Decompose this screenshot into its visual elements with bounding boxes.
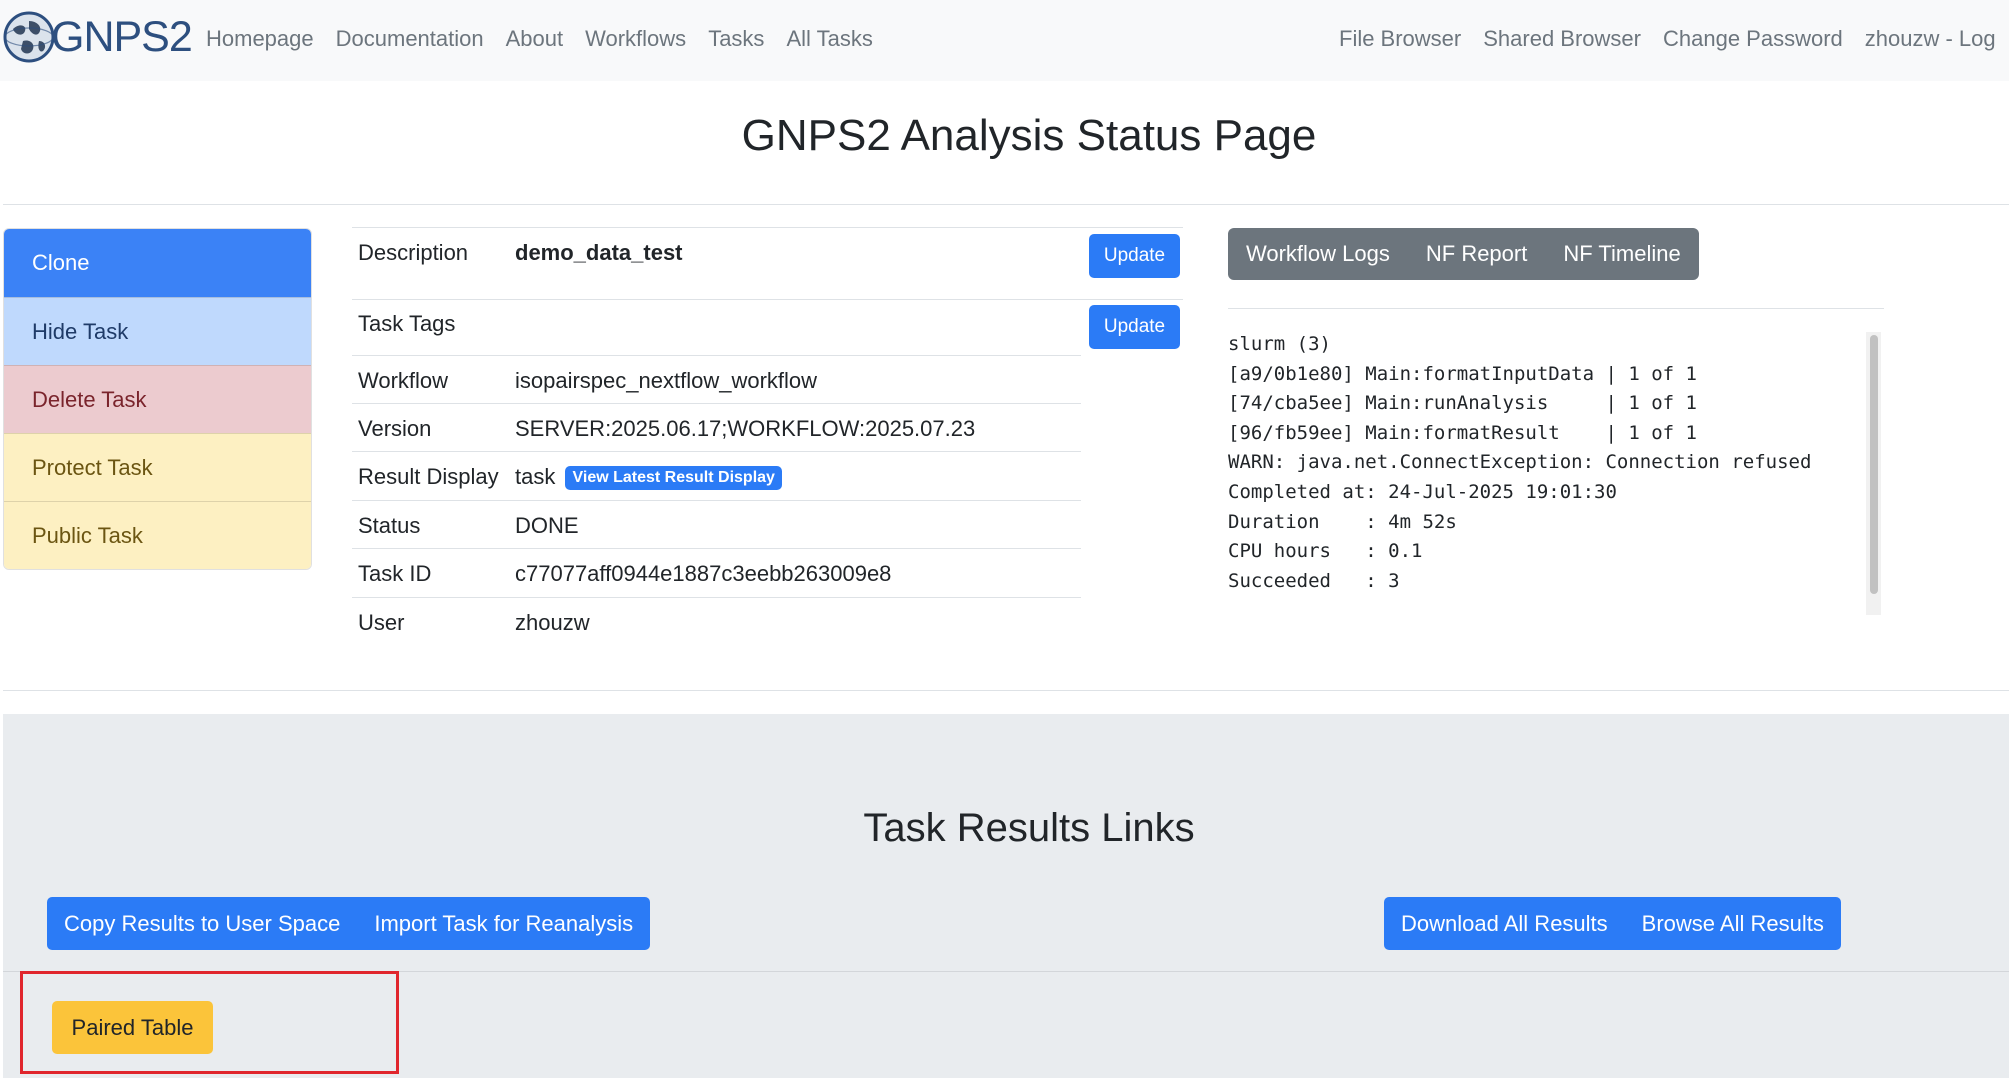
log-line: CPU hours : 0.1 (1228, 540, 1423, 563)
update-tags-button[interactable]: Update (1089, 305, 1180, 349)
task-tags-row: Task Tags Update (352, 299, 1183, 355)
nav-shared-browser[interactable]: Shared Browser (1472, 24, 1652, 54)
result-display-row: Result Display task View Latest Result D… (352, 451, 1081, 500)
description-value: demo_data_test (515, 240, 683, 265)
description-label: Description (358, 240, 469, 265)
description-row: Description demo_data_test Update (352, 227, 1183, 299)
log-scrollbar-thumb[interactable] (1870, 335, 1878, 594)
copy-results-button[interactable]: Copy Results to User Space (47, 897, 357, 950)
nf-timeline-button[interactable]: NF Timeline (1545, 228, 1698, 280)
user-label: User (358, 610, 405, 635)
hide-task-button[interactable]: Hide Task (4, 297, 311, 365)
task-id-label: Task ID (358, 561, 432, 586)
nav-homepage[interactable]: Homepage (206, 24, 325, 54)
import-task-button[interactable]: Import Task for Reanalysis (357, 897, 650, 950)
nav-all-tasks[interactable]: All Tasks (775, 24, 883, 54)
log-line: Duration : 4m 52s (1228, 510, 1457, 533)
version-label: Version (358, 416, 432, 441)
workflow-log-output: slurm (3) [a9/0b1e80] Main:formatInputDa… (1228, 330, 1863, 596)
nav-documentation[interactable]: Documentation (325, 24, 495, 54)
update-description-button[interactable]: Update (1089, 234, 1180, 278)
result-display-label: Result Display (358, 464, 499, 489)
title-divider (3, 204, 2009, 205)
task-info-table: Description demo_data_test Update Task T… (352, 227, 1183, 645)
workflow-row: Workflow isopairspec_nextflow_workflow (352, 355, 1081, 403)
download-button-group: Download All Results Browse All Results (1384, 897, 1841, 950)
main-nav: Homepage Documentation About Workflows T… (206, 24, 884, 54)
log-line: [a9/0b1e80] Main:formatInputData | 1 of … (1228, 362, 1697, 385)
workflow-value: isopairspec_nextflow_workflow (515, 368, 818, 393)
nav-user-logout[interactable]: zhouzw - Log (1854, 24, 2007, 54)
paired-table-button[interactable]: Paired Table (52, 1001, 213, 1054)
user-value: zhouzw (515, 610, 590, 635)
nav-about[interactable]: About (495, 24, 575, 54)
globe-icon (3, 11, 55, 63)
status-value: DONE (515, 513, 579, 538)
protect-task-button[interactable]: Protect Task (4, 433, 311, 501)
brand-name: GNPS2 (51, 12, 193, 61)
nav-tasks[interactable]: Tasks (697, 24, 775, 54)
log-scrollbar[interactable] (1866, 332, 1881, 615)
workflow-label: Workflow (358, 368, 449, 393)
log-button-group: Workflow Logs NF Report NF Timeline (1228, 228, 1699, 280)
section-divider (3, 690, 2009, 691)
brand-logo[interactable]: GNPS2 (3, 9, 193, 65)
version-row: Version SERVER:2025.06.17;WORKFLOW:2025.… (352, 403, 1081, 451)
task-id-value: c77077aff0944e1887c3eebb263009e8 (515, 561, 892, 586)
clone-button[interactable]: Clone (4, 229, 311, 297)
results-title: Task Results Links (863, 806, 1195, 850)
download-all-results-button[interactable]: Download All Results (1384, 897, 1625, 950)
log-line: [74/cba5ee] Main:runAnalysis | 1 of 1 (1228, 392, 1697, 415)
nf-report-button[interactable]: NF Report (1408, 228, 1545, 280)
status-row: Status DONE (352, 500, 1081, 548)
log-line: [96/fb59ee] Main:formatResult | 1 of 1 (1228, 421, 1697, 444)
result-display-text: task (515, 464, 556, 489)
log-line: slurm (3) (1228, 333, 1331, 355)
task-id-row: Task ID c77077aff0944e1887c3eebb263009e8 (352, 548, 1081, 597)
status-label: Status (358, 513, 421, 538)
public-task-button[interactable]: Public Task (4, 501, 311, 569)
user-space-button-group: Copy Results to User Space Import Task f… (47, 897, 651, 950)
log-line: Completed at: 24-Jul-2025 19:01:30 (1228, 480, 1617, 503)
page-title: GNPS2 Analysis Status Page (741, 111, 1317, 160)
nav-file-browser[interactable]: File Browser (1339, 24, 1472, 54)
browse-all-results-button[interactable]: Browse All Results (1625, 897, 1841, 950)
task-tags-label: Task Tags (358, 311, 456, 336)
delete-task-button[interactable]: Delete Task (4, 365, 311, 433)
nav-change-password[interactable]: Change Password (1652, 24, 1854, 54)
task-action-list: Clone Hide Task Delete Task Protect Task… (3, 228, 312, 570)
user-row: User zhouzw (352, 597, 1081, 645)
view-latest-result-display-link[interactable]: View Latest Result Display (565, 466, 782, 490)
nav-workflows[interactable]: Workflows (574, 24, 697, 54)
log-line: Succeeded : 3 (1228, 569, 1400, 592)
log-divider (1228, 308, 1884, 309)
version-value: SERVER:2025.06.17;WORKFLOW:2025.07.23 (515, 416, 976, 441)
top-navbar: GNPS2 Homepage Documentation About Workf… (0, 0, 2009, 81)
log-line: WARN: java.net.ConnectException: Connect… (1228, 451, 1812, 474)
user-nav: File Browser Shared Browser Change Passw… (1339, 24, 2007, 54)
workflow-logs-button[interactable]: Workflow Logs (1228, 228, 1408, 280)
result-display-value: task View Latest Result Display (515, 464, 782, 490)
